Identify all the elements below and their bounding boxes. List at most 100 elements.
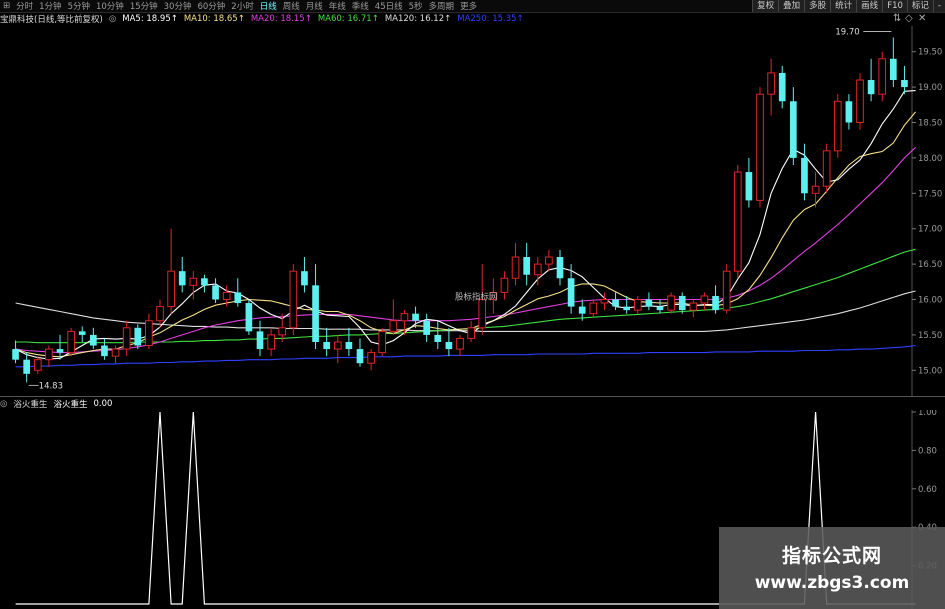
- candle[interactable]: [33, 356, 42, 374]
- timeframe-tab-3[interactable]: 10分钟: [93, 0, 127, 12]
- candle[interactable]: [345, 327, 353, 357]
- toolbar-button-7[interactable]: -: [932, 0, 945, 12]
- timeframe-tab-5[interactable]: 30分钟: [161, 0, 195, 12]
- candle[interactable]: [878, 51, 887, 102]
- candle[interactable]: [801, 143, 808, 201]
- toolbar-button-0[interactable]: 复权: [752, 0, 779, 12]
- candle[interactable]: [412, 306, 419, 328]
- candle[interactable]: [733, 164, 742, 279]
- candle[interactable]: [145, 313, 153, 350]
- candle[interactable]: [256, 320, 264, 357]
- candle[interactable]: [90, 327, 97, 350]
- candle[interactable]: [790, 87, 797, 165]
- indicator-toggle-icon[interactable]: ◎: [0, 399, 7, 409]
- candle[interactable]: [822, 143, 831, 194]
- candle[interactable]: [545, 249, 553, 272]
- candle[interactable]: [134, 324, 142, 350]
- candle[interactable]: [122, 320, 131, 357]
- candle[interactable]: [511, 242, 520, 286]
- timeframe-tab-7[interactable]: 2小时: [228, 0, 256, 12]
- candle[interactable]: [767, 58, 775, 116]
- toolbar-button-3[interactable]: 统计: [830, 0, 857, 12]
- candlestick-chart[interactable]: 19.50 19.00 18.50 18.00 17.50 17.00 16.50 16.00…: [0, 26, 945, 396]
- candle[interactable]: [456, 334, 464, 357]
- candle[interactable]: [722, 264, 731, 314]
- candle[interactable]: [323, 327, 330, 357]
- candle[interactable]: [901, 65, 908, 95]
- candle[interactable]: [445, 327, 453, 357]
- settings-icon[interactable]: ⊞: [0, 1, 13, 11]
- candle[interactable]: [333, 334, 342, 364]
- candle[interactable]: [78, 326, 86, 342]
- candle[interactable]: [45, 345, 53, 367]
- candle[interactable]: [756, 87, 764, 208]
- expand-icon[interactable]: ◇: [905, 13, 913, 24]
- candle[interactable]: [678, 292, 686, 314]
- ma-toggle-icon[interactable]: ◎: [109, 14, 116, 24]
- candle[interactable]: [356, 338, 364, 367]
- candle[interactable]: [267, 327, 275, 357]
- candle[interactable]: [67, 327, 75, 357]
- candle[interactable]: [890, 37, 897, 88]
- candle[interactable]: [500, 271, 509, 300]
- toolbar-button-6[interactable]: 标记: [906, 0, 933, 12]
- timeframe-tab-10[interactable]: 月线: [303, 0, 326, 12]
- timeframe-tab-8[interactable]: 日线: [257, 0, 280, 12]
- adjust-icon[interactable]: ⇅: [893, 13, 901, 24]
- candle[interactable]: [589, 299, 598, 318]
- toolbar-button-2[interactable]: 多股: [804, 0, 831, 12]
- toolbar-button-5[interactable]: F10: [882, 0, 907, 12]
- candle[interactable]: [745, 157, 753, 208]
- candle[interactable]: [23, 352, 30, 383]
- candle[interactable]: [312, 264, 319, 350]
- candle[interactable]: [523, 242, 530, 286]
- candle[interactable]: [101, 338, 108, 360]
- timeframe-tab-2[interactable]: 5分钟: [65, 0, 93, 12]
- right-toolbar: 复权 叠加 多股 统计 画线 F10 标记 -: [752, 0, 945, 12]
- candle[interactable]: [289, 264, 298, 335]
- candle[interactable]: [645, 292, 653, 311]
- candle[interactable]: [178, 257, 186, 293]
- candle[interactable]: [833, 94, 842, 158]
- candle[interactable]: [556, 249, 564, 286]
- toolbar-button-1[interactable]: 叠加: [778, 0, 805, 12]
- candle[interactable]: [856, 72, 864, 130]
- candle[interactable]: [434, 320, 442, 350]
- timeframe-tab-13[interactable]: 45日线: [372, 0, 406, 12]
- candle[interactable]: [712, 285, 719, 314]
- toolbar-button-4[interactable]: 画线: [856, 0, 883, 12]
- candle[interactable]: [600, 292, 609, 311]
- candle[interactable]: [423, 313, 430, 342]
- candle[interactable]: [656, 299, 664, 314]
- timeframe-tab-6[interactable]: 60分钟: [194, 0, 228, 12]
- candle[interactable]: [12, 340, 19, 364]
- candle[interactable]: [167, 228, 175, 314]
- timeframe-tab-4[interactable]: 15分钟: [127, 0, 161, 12]
- candle[interactable]: [389, 299, 398, 335]
- candle[interactable]: [612, 292, 619, 311]
- candle[interactable]: [212, 278, 219, 304]
- candle[interactable]: [689, 299, 698, 318]
- candle[interactable]: [467, 320, 475, 342]
- timeframe-tab-15[interactable]: 多周期: [426, 0, 458, 12]
- close-icon[interactable]: ✕: [918, 13, 926, 24]
- timeframe-tab-11[interactable]: 年线: [326, 0, 349, 12]
- timeframe-tab-1[interactable]: 1分钟: [36, 0, 64, 12]
- candle[interactable]: [633, 295, 642, 314]
- candle[interactable]: [845, 94, 853, 130]
- timeframe-tab-12[interactable]: 季线: [349, 0, 372, 12]
- timeframe-tab-16[interactable]: 更多: [457, 0, 480, 12]
- candle[interactable]: [778, 65, 786, 109]
- candle[interactable]: [811, 172, 820, 208]
- candle[interactable]: [700, 292, 709, 311]
- timeframe-tab-14[interactable]: 5秒: [406, 0, 426, 12]
- candle[interactable]: [245, 299, 253, 335]
- candle[interactable]: [301, 257, 308, 293]
- candle[interactable]: [378, 327, 387, 357]
- candle[interactable]: [367, 349, 375, 371]
- candle[interactable]: [667, 292, 675, 314]
- timeframe-tab-0[interactable]: 分时: [13, 0, 36, 12]
- candle[interactable]: [867, 58, 875, 102]
- timeframe-tab-9[interactable]: 周线: [280, 0, 303, 12]
- candle[interactable]: [201, 274, 208, 293]
